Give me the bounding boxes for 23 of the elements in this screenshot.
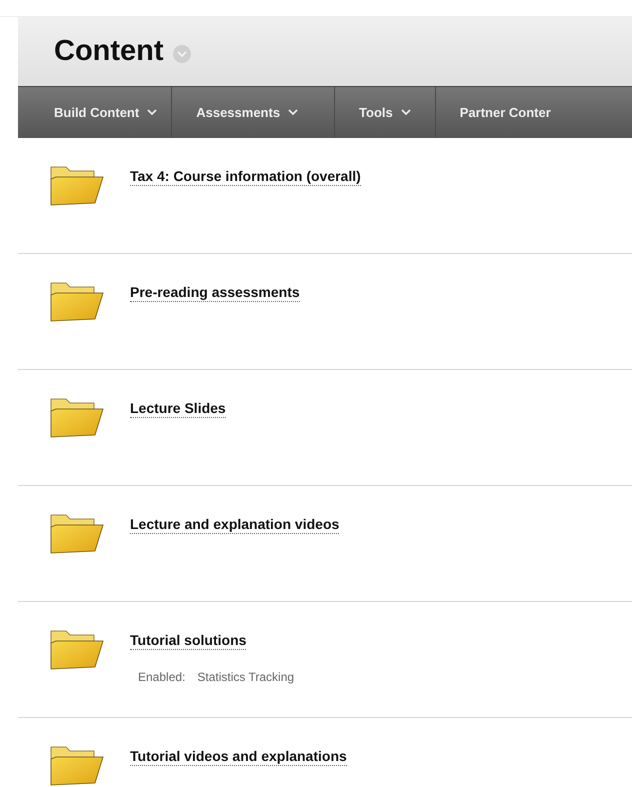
content-link[interactable]: Tax 4: Course information (overall) xyxy=(130,167,361,186)
folder-icon xyxy=(50,629,104,671)
menu-button[interactable]: Assessments xyxy=(172,87,336,138)
menu-button[interactable]: Tools xyxy=(335,87,436,138)
caret-icon xyxy=(147,109,158,116)
folder-icon xyxy=(50,165,104,207)
content-link[interactable]: Lecture and explanation videos xyxy=(130,515,340,534)
caret-icon xyxy=(400,109,411,116)
folder-icon xyxy=(50,397,104,439)
content-link[interactable]: Pre-reading assessments xyxy=(130,283,300,302)
folder-icon xyxy=(50,281,104,323)
options-icon xyxy=(172,44,192,64)
detail-value: Statistics Tracking xyxy=(197,669,294,686)
page-title: Content xyxy=(54,34,164,69)
menu-button[interactable]: Partner Conter xyxy=(436,87,551,138)
menu-button[interactable]: Build Content xyxy=(18,87,172,138)
caret-icon xyxy=(288,109,298,116)
content-link[interactable]: Tutorial solutions xyxy=(130,631,246,650)
folder-icon xyxy=(50,745,104,787)
folder-icon xyxy=(50,513,104,555)
content-link[interactable]: Tutorial videos and explanations xyxy=(130,747,347,766)
detail-label: Enabled: xyxy=(138,669,186,686)
content-link[interactable]: Lecture Slides xyxy=(130,399,226,418)
